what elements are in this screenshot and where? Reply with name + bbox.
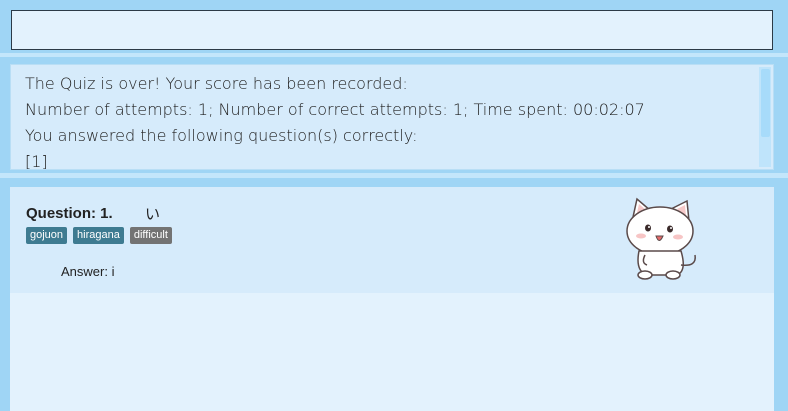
cat-mascot-icon [626, 197, 696, 280]
question-list: Question: 1. い gojuon hiragana difficult… [10, 187, 774, 411]
result-text: The Quiz is over! Your score has been re… [11, 65, 773, 170]
question-kana: い [145, 205, 161, 223]
question-card[interactable]: Question: 1. い gojuon hiragana difficult… [10, 187, 774, 293]
answer-text: Answer: i [61, 264, 115, 279]
result-line: The Quiz is over! Your score has been re… [25, 74, 408, 93]
command-input[interactable] [11, 10, 773, 50]
result-line: [1] [25, 152, 48, 170]
result-line: You answered the following question(s) c… [25, 126, 418, 145]
tag-list: gojuon hiragana difficult [26, 227, 172, 244]
divider [0, 173, 788, 178]
result-display: The Quiz is over! Your score has been re… [10, 64, 774, 170]
tag-gojuon: gojuon [26, 227, 68, 244]
question-title: Question: 1. [26, 205, 113, 222]
scrollbar-thumb[interactable] [761, 69, 770, 137]
divider [0, 53, 788, 57]
tag-difficult: difficult [129, 227, 172, 244]
result-line: Number of attempts: 1; Number of correct… [25, 100, 645, 119]
tag-hiragana: hiragana [73, 227, 124, 244]
